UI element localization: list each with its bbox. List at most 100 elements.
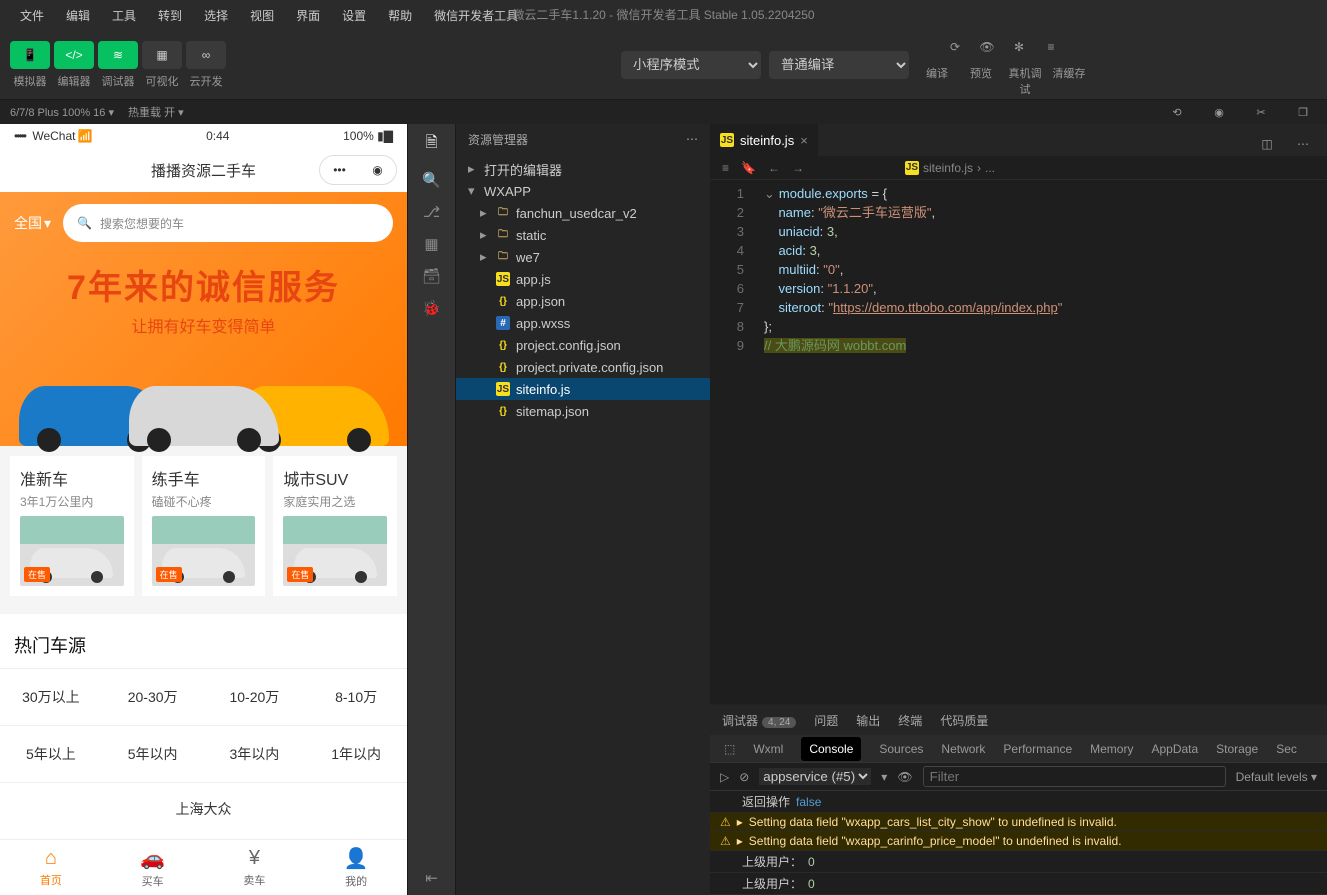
devtab-storage[interactable]: Storage [1216, 742, 1258, 756]
filter-item[interactable]: 5年以上 [0, 726, 102, 783]
search-panel-icon[interactable]: 🔍 [422, 171, 441, 189]
forward-icon[interactable]: → [792, 161, 804, 175]
eye-icon[interactable]: 👁 [897, 770, 912, 784]
file-app-js[interactable]: JSapp.js [456, 268, 710, 290]
search-input[interactable]: 🔍搜索您想要的车 [63, 204, 393, 242]
popout-icon[interactable]: ❐ [1289, 98, 1317, 126]
filter-input[interactable] [923, 766, 1226, 787]
clear-icon[interactable]: ⊘ [739, 770, 749, 784]
file-app-wxss[interactable]: #app.wxss [456, 312, 710, 334]
group-open-editors[interactable]: ▸打开的编辑器 [456, 158, 710, 180]
more-icon[interactable]: ••• [333, 163, 346, 177]
explorer-icon[interactable]: 🗎 [425, 132, 437, 157]
file-siteinfo-js[interactable]: JSsiteinfo.js [456, 378, 710, 400]
expand-icon[interactable] [737, 815, 743, 829]
menu-tools[interactable]: 工具 [102, 3, 146, 28]
file-project-private[interactable]: {}project.private.config.json [456, 356, 710, 378]
devtab-wxml[interactable]: Wxml [753, 742, 783, 756]
extensions-icon[interactable]: ▦ [424, 235, 438, 253]
bookmark-icon[interactable]: 🔖 [741, 161, 756, 175]
breadcrumb[interactable]: JSsiteinfo.js › ... [905, 161, 995, 175]
tab-me[interactable]: 👤我的 [305, 840, 407, 895]
branch-icon[interactable]: ⎇ [423, 203, 440, 221]
context-select[interactable]: appservice (#5) [759, 768, 871, 785]
preview-button[interactable]: 👁 [973, 33, 1001, 61]
tab-output[interactable]: 输出 [856, 712, 880, 729]
clear-cache-button[interactable]: ≡ [1037, 33, 1065, 61]
menu-settings[interactable]: 设置 [332, 3, 376, 28]
devtab-performance[interactable]: Performance [1003, 742, 1072, 756]
menu-view[interactable]: 视图 [240, 3, 284, 28]
folder-we7[interactable]: ▸🗀we7 [456, 246, 710, 268]
cloud-toggle[interactable]: ∞ [186, 41, 226, 69]
inspect-icon[interactable]: ⬚ [724, 742, 735, 756]
filter-item[interactable]: 1年以内 [305, 726, 407, 783]
card-practice[interactable]: 练手车磕碰不心疼在售 [142, 456, 266, 596]
tab-problems[interactable]: 问题 [814, 712, 838, 729]
menu-select[interactable]: 选择 [194, 3, 238, 28]
group-wxapp[interactable]: ▾WXAPP [456, 180, 710, 202]
code-editor[interactable]: 123456789 ⌄module.exports = { name: "微云二… [710, 180, 1327, 355]
remote-debug-button[interactable]: ✻ [1005, 33, 1033, 61]
card-suv[interactable]: 城市SUV家庭实用之选在售 [273, 456, 397, 596]
app-mode-select[interactable]: 小程序模式 [621, 51, 761, 79]
folder-fanchun[interactable]: ▸🗀fanchun_usedcar_v2 [456, 202, 710, 224]
devtab-network[interactable]: Network [941, 742, 985, 756]
file-sitemap[interactable]: {}sitemap.json [456, 400, 710, 422]
simulator-toggle[interactable]: 📱 [10, 41, 50, 69]
hot-reload-toggle[interactable]: 热重载 开 ▾ [128, 104, 184, 120]
more-icon[interactable]: ⋯ [1289, 130, 1317, 158]
menu-ui[interactable]: 界面 [286, 3, 330, 28]
tab-home[interactable]: ⌂首页 [0, 840, 102, 895]
tab-sell[interactable]: ¥卖车 [204, 840, 306, 895]
editor-tab[interactable]: JSsiteinfo.js× [710, 124, 818, 156]
devtab-sources[interactable]: Sources [879, 742, 923, 756]
filter-item[interactable]: 30万以上 [0, 669, 102, 726]
debugger-toggle[interactable]: ≋ [98, 41, 138, 69]
refresh-icon[interactable]: ⟲ [1163, 98, 1191, 126]
collapse-icon[interactable]: ⇤ [425, 869, 438, 887]
region-picker[interactable]: 全国▾ [14, 213, 51, 233]
expand-icon[interactable] [737, 834, 743, 848]
play-icon[interactable]: ▷ [720, 770, 729, 784]
database-icon[interactable]: 🗃 [422, 267, 441, 285]
compile-button[interactable]: ⟳ [941, 33, 969, 61]
brand-item[interactable]: 上海大众 [0, 783, 407, 835]
menu-goto[interactable]: 转到 [148, 3, 192, 28]
editor-toggle[interactable]: </> [54, 41, 94, 69]
file-project-config[interactable]: {}project.config.json [456, 334, 710, 356]
devtab-console[interactable]: Console [801, 737, 861, 761]
split-icon[interactable]: ◫ [1253, 130, 1281, 158]
filter-item[interactable]: 10-20万 [204, 669, 306, 726]
devtab-memory[interactable]: Memory [1090, 742, 1133, 756]
folder-static[interactable]: ▸🗀static [456, 224, 710, 246]
close-icon[interactable]: × [800, 133, 808, 148]
bug-icon[interactable]: 🐞 [422, 299, 441, 317]
tab-debugger[interactable]: 调试器4, 24 [722, 712, 796, 729]
devtab-security[interactable]: Sec [1276, 742, 1297, 756]
devtab-appdata[interactable]: AppData [1151, 742, 1198, 756]
console-output[interactable]: 返回操作 false Setting data field "wxapp_car… [710, 791, 1327, 895]
visual-toggle[interactable]: ▦ [142, 41, 182, 69]
bar-icon[interactable]: ≡ [722, 161, 729, 175]
menu-help[interactable]: 帮助 [378, 3, 422, 28]
card-new[interactable]: 准新车3年1万公里内在售 [10, 456, 134, 596]
target-icon[interactable]: ◉ [372, 163, 382, 177]
filter-item[interactable]: 20-30万 [102, 669, 204, 726]
menu-edit[interactable]: 编辑 [56, 3, 100, 28]
tab-buy[interactable]: 🚗买车 [102, 840, 204, 895]
levels-select[interactable]: Default levels ▾ [1236, 770, 1317, 784]
filter-item[interactable]: 5年以内 [102, 726, 204, 783]
more-icon[interactable]: ⋯ [686, 132, 698, 146]
device-select[interactable]: 6/7/8 Plus 100% 16 ▾ [10, 106, 114, 119]
capsule[interactable]: ••• ◉ [319, 155, 397, 185]
cut-icon[interactable]: ✂ [1247, 98, 1275, 126]
tab-quality[interactable]: 代码质量 [940, 712, 988, 729]
filter-item[interactable]: 3年以内 [204, 726, 306, 783]
tab-terminal[interactable]: 终端 [898, 712, 922, 729]
back-icon[interactable]: ← [768, 161, 780, 175]
compile-mode-select[interactable]: 普通编译 [769, 51, 909, 79]
menu-file[interactable]: 文件 [10, 3, 54, 28]
record-icon[interactable]: ◉ [1205, 98, 1233, 126]
file-app-json[interactable]: {}app.json [456, 290, 710, 312]
